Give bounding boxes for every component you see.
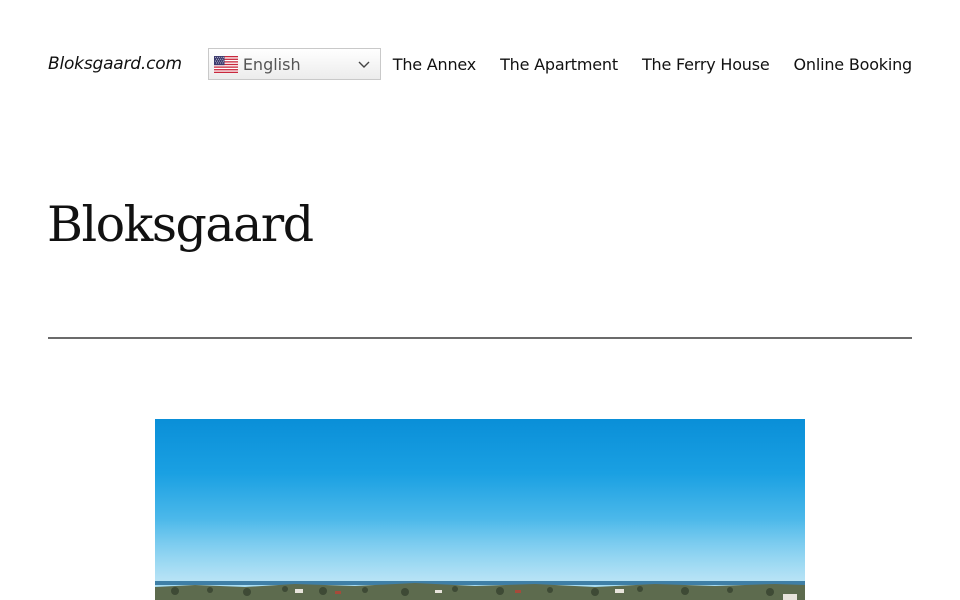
nav-item-the-annex[interactable]: The Annex xyxy=(393,55,477,74)
primary-nav: The Annex The Apartment The Ferry House … xyxy=(393,55,912,74)
hero-image xyxy=(155,419,805,600)
site-header: Bloksgaard.com English The Annex The Apa… xyxy=(48,48,912,80)
nav-item-online-booking[interactable]: Online Booking xyxy=(794,55,913,74)
separator xyxy=(48,337,912,339)
nav-item-the-apartment[interactable]: The Apartment xyxy=(500,55,618,74)
language-select-value: English xyxy=(242,54,301,74)
page-title: Bloksgaard xyxy=(47,196,314,253)
chevron-down-icon xyxy=(356,56,372,72)
language-select[interactable]: English xyxy=(207,48,381,80)
us-flag-icon xyxy=(213,55,238,73)
site-title-link[interactable]: Bloksgaard.com xyxy=(48,54,182,74)
nav-item-the-ferry-house[interactable]: The Ferry House xyxy=(642,55,770,74)
